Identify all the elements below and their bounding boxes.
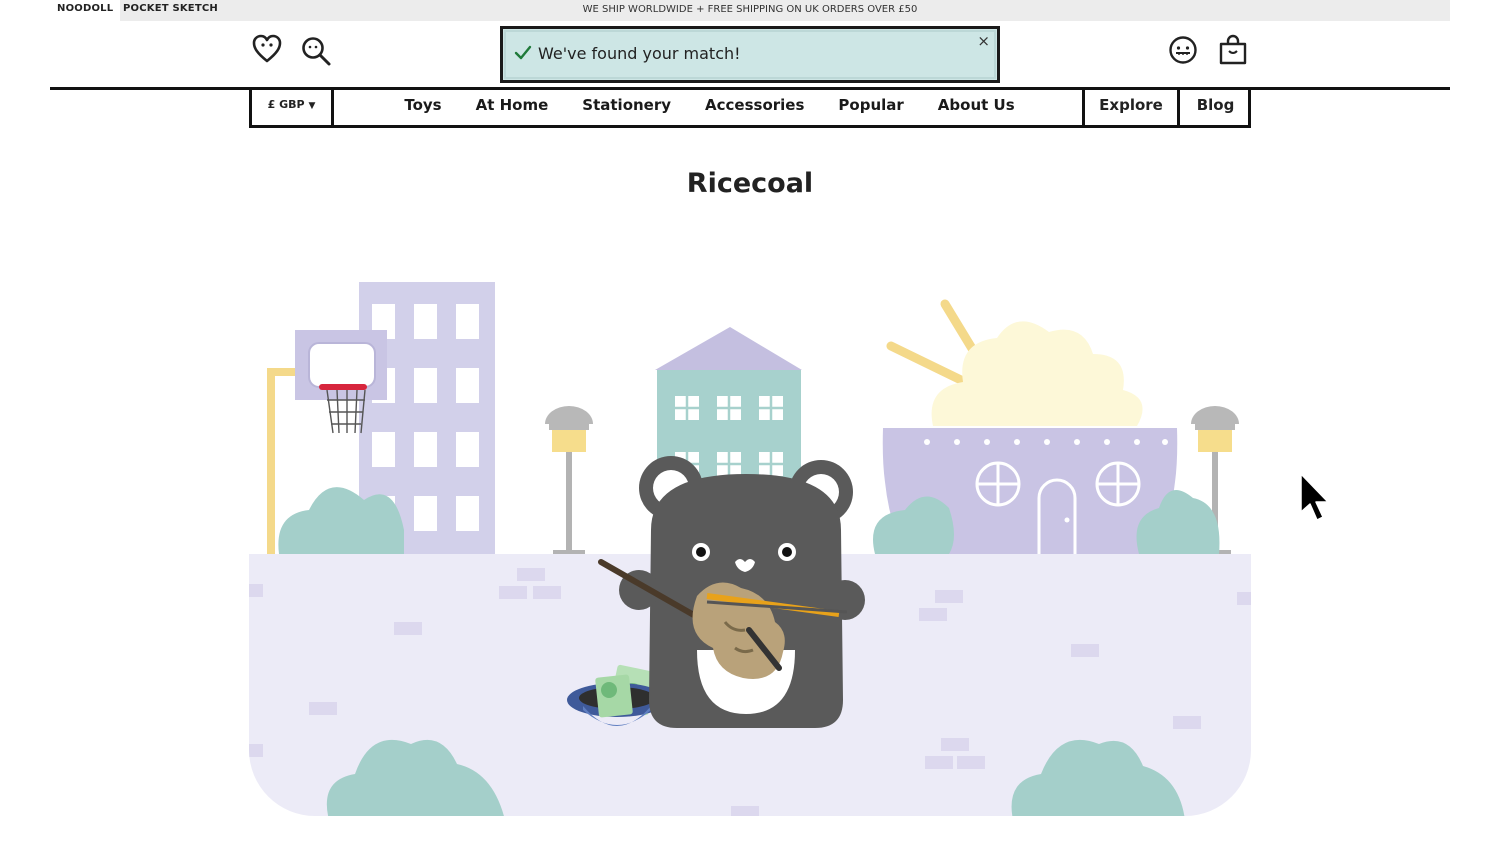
ricecoal-illustration [249,282,1251,816]
toast-message: We've found your match! [538,44,741,63]
currency-label: £ GBP [267,98,305,111]
heart-icon[interactable] [250,32,284,66]
nav-item-stationery[interactable]: Stationery [565,90,688,125]
brand-tab-noodoll[interactable]: NOODOLL [50,0,121,21]
mouse-cursor-icon [1300,473,1329,521]
explore-button[interactable]: Explore [1082,90,1177,125]
blog-button[interactable]: Blog [1177,90,1251,125]
page: NOODOLL POCKET SKETCH WE SHIP WORLDWIDE … [0,0,1500,866]
currency-selector[interactable]: £ GBP ▼ [252,90,334,125]
nav-item-popular[interactable]: Popular [821,90,920,125]
account-face-icon[interactable] [1166,33,1200,67]
check-icon [514,45,532,60]
chevron-down-icon: ▼ [308,101,316,111]
nav-item-toys[interactable]: Toys [387,90,458,125]
search-icon[interactable] [299,34,333,68]
nav-item-at-home[interactable]: At Home [459,90,566,125]
shopping-bag-icon[interactable] [1216,33,1250,67]
nav-items: Toys At Home Stationery Accessories Popu… [337,90,1082,125]
street-lamp-left [545,406,593,554]
top-bar: NOODOLL POCKET SKETCH WE SHIP WORLDWIDE … [50,0,1450,21]
main-nav: £ GBP ▼ Toys At Home Stationery Accessor… [249,90,1251,128]
bush-left [278,487,404,554]
close-icon[interactable]: × [977,31,990,51]
brand-tab-pocket-sketch[interactable]: POCKET SKETCH [116,0,225,21]
shipping-banner: WE SHIP WORLDWIDE + FREE SHIPPING ON UK … [582,4,918,15]
match-toast: We've found your match! × [500,26,1000,83]
nav-item-accessories[interactable]: Accessories [688,90,821,125]
page-title: Ricecoal [686,168,814,199]
nav-item-about-us[interactable]: About Us [921,90,1032,125]
